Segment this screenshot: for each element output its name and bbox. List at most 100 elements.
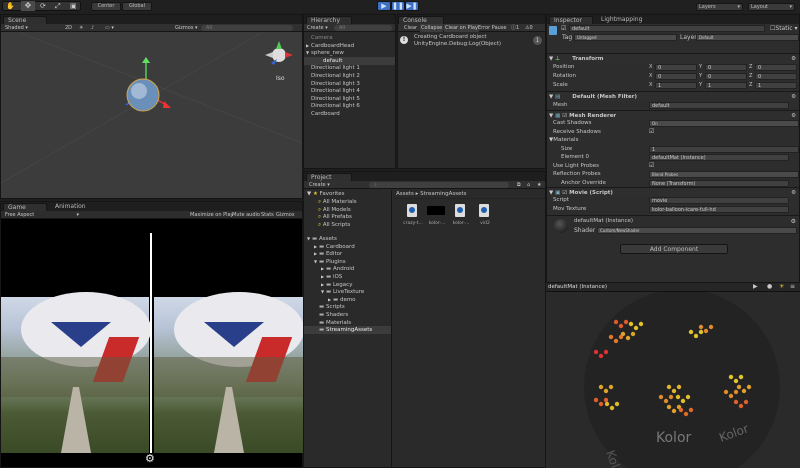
create-dropdown[interactable]: Create ▾ [309, 181, 330, 189]
error-pause-button[interactable]: Error Pause [478, 24, 506, 32]
audio-toggle-icon[interactable]: ♪ [91, 24, 94, 32]
create-dropdown[interactable]: Create ▾ [307, 24, 328, 32]
preview-menu-icon[interactable]: ≡ [790, 283, 795, 290]
x-axis-label: X [649, 82, 653, 88]
filter-label-icon[interactable]: ⌂ [527, 181, 530, 189]
transform-header[interactable]: ▼ ⊥ Transform ⚙ [547, 53, 799, 63]
y-field[interactable]: 1 [705, 82, 747, 89]
settings-gear-icon[interactable]: ⚙ [791, 218, 796, 225]
transform-axis-icon: ⊥ [555, 56, 561, 62]
2d-toggle[interactable]: 2D [65, 24, 72, 32]
anchor-override-field[interactable]: None (Transform) [649, 180, 789, 187]
favorite-star-icon[interactable]: ★ [537, 181, 541, 189]
asset-item[interactable]: crazy-t... [402, 202, 424, 232]
tab-animation[interactable]: Animation [51, 203, 90, 211]
receive-shadows-checkbox[interactable]: ☑ [649, 128, 654, 135]
x-field[interactable]: 1 [655, 82, 697, 89]
breadcrumb-streamingassets[interactable]: StreamingAssets [420, 191, 466, 197]
asset-item[interactable]: kolor-... [426, 202, 448, 232]
element0-field[interactable]: defaultMat (Instance) [649, 154, 789, 161]
mesh-field[interactable]: default [649, 102, 789, 109]
move-tool-icon[interactable]: ✥ [21, 1, 35, 11]
z-field[interactable]: 0 [755, 73, 797, 80]
pause-button[interactable]: ❚❚ [391, 1, 405, 11]
mov-texture-field[interactable]: kolor-balloon-icare-full-hd [649, 206, 789, 213]
tag-dropdown[interactable]: Untagged [574, 34, 677, 41]
asset-item[interactable]: vid2 [474, 202, 496, 232]
project-search[interactable]: ⌕ [369, 182, 509, 188]
clear-on-play-button[interactable]: Clear on Play [444, 24, 479, 32]
favorites-header[interactable]: ▼ ★ Favorites [307, 190, 391, 198]
z-field[interactable]: 0 [755, 64, 797, 71]
layers-dropdown[interactable]: Layers ▾ [696, 3, 743, 11]
hand-tool-icon[interactable]: ✋ [6, 2, 15, 10]
z-field[interactable]: 1 [755, 82, 797, 89]
x-field[interactable]: 0 [655, 73, 697, 80]
tab-game[interactable]: Game [3, 203, 47, 211]
shading-dropdown[interactable]: Shaded ▾ [5, 24, 60, 32]
cardboard-settings-gear-icon[interactable]: ⚙ [145, 452, 155, 465]
asset-item[interactable]: kolor-... [450, 202, 472, 232]
add-component-button[interactable]: Add Component [620, 244, 728, 254]
x-axis-label: X [649, 64, 653, 70]
scale-tool-icon[interactable]: ⤢ [55, 2, 61, 11]
tab-hierarchy[interactable]: Hierarchy [306, 16, 352, 24]
scene-search[interactable]: All [201, 25, 293, 31]
size-field[interactable]: 1 [649, 146, 799, 153]
breadcrumb-assets[interactable]: Assets [396, 191, 414, 197]
tab-project[interactable]: Project [306, 173, 352, 181]
tab-scene[interactable]: Scene [3, 16, 47, 24]
hierarchy-item[interactable]: Cardboard [304, 110, 395, 118]
hierarchy-search[interactable]: All [334, 25, 392, 31]
mute-audio-toggle[interactable]: Mute audio [232, 211, 260, 219]
static-checkbox[interactable]: ☐Static ▾ [770, 25, 797, 32]
mesh-filter-header[interactable]: ▼ ▤ Default (Mesh Filter) ⚙ [547, 91, 799, 101]
preview-play-icon[interactable]: ▶ [753, 283, 758, 290]
preview-shape-icon[interactable]: ● [767, 283, 772, 290]
item-label: CardboardHead [311, 42, 355, 49]
rect-tool-icon[interactable]: ▣ [70, 2, 77, 10]
layer-dropdown[interactable]: Default [696, 34, 799, 41]
y-field[interactable]: 0 [705, 64, 747, 71]
space-toggle[interactable]: Global [122, 2, 152, 11]
tab-inspector[interactable]: Inspector [549, 16, 593, 24]
lighting-toggle-icon[interactable]: ☀ [79, 24, 83, 32]
y-field[interactable]: 0 [705, 73, 747, 80]
active-checkbox[interactable]: ☑ [561, 25, 566, 32]
filter-type-icon[interactable]: ⧉ [517, 181, 521, 189]
collapse-button[interactable]: Collapse [420, 24, 444, 32]
preview-light-icon[interactable]: ☀ [779, 283, 784, 290]
favorite-item[interactable]: ⌕ All Scripts [304, 221, 391, 229]
pivot-toggle[interactable]: Center [91, 2, 121, 11]
object-name-field[interactable]: default [569, 25, 765, 32]
effects-toggle-icon[interactable]: ▭ ▾ [105, 24, 114, 32]
warn-count-toggle[interactable]: ⚠0 [525, 24, 533, 32]
shader-dropdown[interactable]: Custom/NewShader [597, 227, 797, 234]
scene-view[interactable] [1, 33, 302, 198]
play-button[interactable]: ▶ [377, 1, 391, 11]
step-button[interactable]: ▶❚ [405, 1, 419, 11]
gizmos-dropdown[interactable]: Gizmos ▾ [175, 24, 198, 32]
clear-button[interactable]: Clear [404, 24, 417, 32]
persp-label[interactable]: Iso [276, 75, 285, 82]
rotate-tool-icon[interactable]: ⟳ [40, 2, 46, 10]
maximize-on-play-toggle[interactable]: Maximize on Play [190, 211, 234, 219]
cast-shadows-dropdown[interactable]: On [649, 120, 799, 127]
script-field[interactable]: movie [649, 197, 789, 204]
tab-label: Project [311, 174, 332, 181]
folder-item[interactable]: ▬ StreamingAssets [304, 326, 391, 335]
project-tree: ▼ ★ Favorites ⌕ All Materials ⌕ All Model… [304, 190, 392, 467]
x-field[interactable]: 0 [655, 64, 697, 71]
hierarchy-panel: Hierarchy Create ▾ All Camera ▶ CardboardH… [303, 14, 396, 169]
info-count-toggle[interactable]: ⓘ1 [511, 24, 519, 32]
tab-console[interactable]: Console [398, 16, 444, 24]
light-probes-checkbox[interactable]: ☑ [649, 162, 654, 169]
item-label: Directional light 6 [311, 103, 360, 110]
gizmos-toggle[interactable]: Gizmos [276, 211, 294, 219]
console-entry[interactable]: ! Creating Cardboard object UnityEngine.… [398, 33, 545, 49]
tab-lightmapping[interactable]: Lightmapping [597, 16, 646, 24]
reflection-probes-dropdown[interactable]: Blend Probes [649, 171, 799, 178]
stats-toggle[interactable]: Stats [261, 211, 274, 219]
layout-dropdown[interactable]: Layout ▾ [748, 3, 795, 11]
aspect-dropdown[interactable]: Free Aspect ▾ [5, 211, 79, 219]
